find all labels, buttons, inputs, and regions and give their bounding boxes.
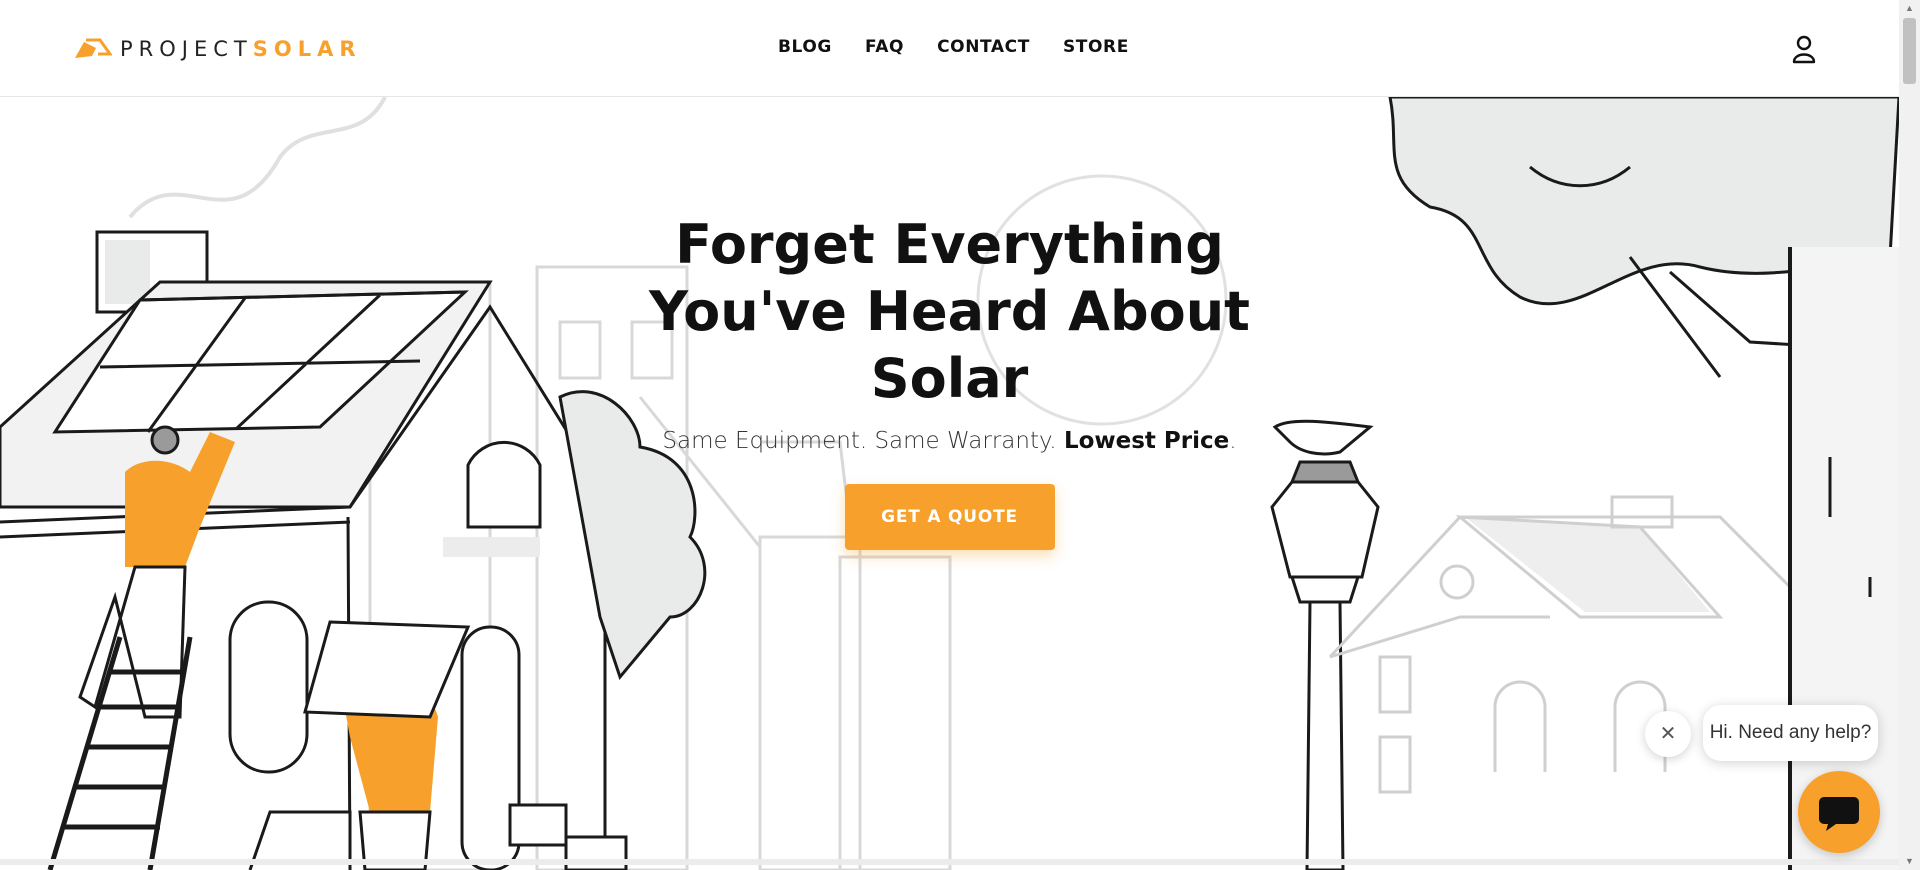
nav-store[interactable]: STORE [1063,37,1129,57]
hero-title: Forget Everything You've Heard About Sol… [649,213,1250,410]
hero-content: Forget Everything You've Heard About Sol… [0,211,1899,550]
hero-subtitle-end: . [1229,428,1237,454]
site-header: PROJECTSOLAR BLOG FAQ CONTACT STORE [0,0,1899,97]
logo-mark-icon [75,38,112,58]
hero-section: Forget Everything You've Heard About Sol… [0,97,1899,870]
page-scrollbar[interactable]: ▲ ▼ [1899,0,1920,870]
account-icon[interactable] [1790,34,1818,64]
chat-icon [1819,797,1859,831]
logo-text-solar: SOLAR [252,37,362,61]
scroll-down-arrow-icon[interactable]: ▼ [1899,853,1920,870]
logo-text: PROJECTSOLAR [120,37,362,61]
hero-subtitle: Same Equipment. Same Warranty. Lowest Pr… [0,428,1899,454]
hero-subtitle-plain: Same Equipment. Same Warranty. [662,428,1057,454]
scroll-up-arrow-icon[interactable]: ▲ [1899,0,1920,17]
logo-text-project: PROJECT [120,37,253,61]
nav-contact[interactable]: CONTACT [937,37,1030,57]
chat-greeting[interactable]: Hi. Need any help? [1703,705,1878,761]
nav-blog[interactable]: BLOG [778,37,832,57]
close-icon: ✕ [1659,723,1677,745]
chat-close-button[interactable]: ✕ [1645,711,1691,757]
nav-faq[interactable]: FAQ [865,37,904,57]
hero-subtitle-bold: Lowest Price [1063,428,1230,454]
get-a-quote-button[interactable]: GET A QUOTE [844,484,1055,550]
main-nav: BLOG FAQ CONTACT STORE [778,37,1162,57]
logo[interactable]: PROJECTSOLAR [72,36,362,62]
chat-launcher-button[interactable] [1798,771,1880,853]
scroll-thumb[interactable] [1903,18,1916,84]
